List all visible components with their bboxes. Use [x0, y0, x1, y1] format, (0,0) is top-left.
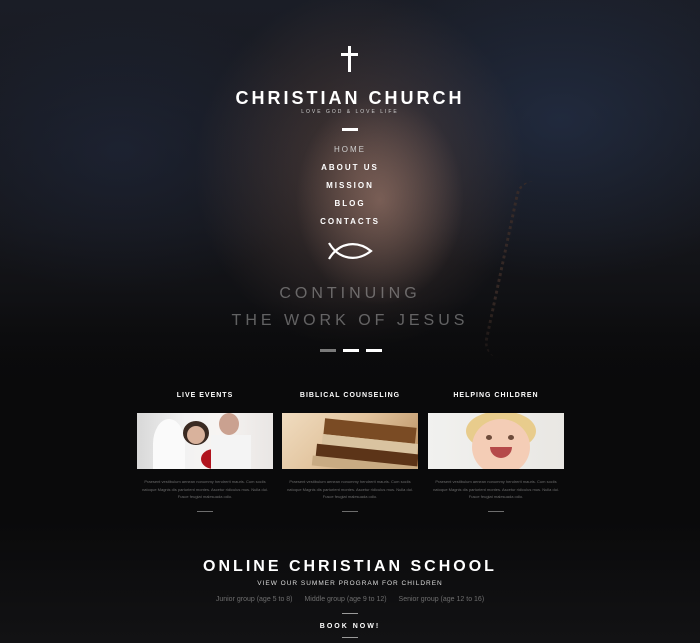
- card-title[interactable]: BIBLICAL COUNSELING: [282, 392, 418, 406]
- hero-heading-line1: CONTINUING: [279, 285, 421, 302]
- title-divider: [342, 128, 358, 131]
- nav-item-contacts[interactable]: CONTACTS: [0, 215, 700, 233]
- card-description: Praesent vestibulum aenean nonummy hendr…: [142, 479, 268, 499]
- card-title[interactable]: HELPING CHILDREN: [428, 392, 564, 406]
- age-groups: Junior group (age 5 to 8) Middle group (…: [0, 596, 700, 603]
- nav-item-home[interactable]: HOME: [0, 143, 700, 161]
- school-divider: [342, 613, 358, 614]
- nav-item-about-us[interactable]: ABOUT US: [0, 161, 700, 179]
- site-tagline: LOVE GOD & LOVE LIFE: [301, 109, 399, 115]
- hero-heading-line2: THE WORK OF JESUS: [231, 312, 469, 329]
- nav-item-blog[interactable]: BLOG: [0, 197, 700, 215]
- page: CHRISTIAN CHURCH LOVE GOD & LOVE LIFE HO…: [0, 0, 700, 643]
- smiling-child-photo[interactable]: [428, 413, 564, 469]
- wedding-couple-photo[interactable]: [137, 413, 273, 469]
- feature-card-helping-children: HELPING CHILDREN Praesent vestibulum aen…: [428, 392, 564, 512]
- card-divider: [342, 510, 358, 512]
- ichthys-fish-icon: [328, 242, 373, 260]
- school-title: ONLINE CHRISTIAN SCHOOL: [203, 558, 497, 575]
- feature-card-live-events: LIVE EVENTS Praesent vestibulum aenean n…: [137, 392, 273, 512]
- feature-card-biblical-counseling: BIBLICAL COUNSELING Praesent vestibulum …: [282, 392, 418, 512]
- card-description: Praesent vestibulum aenean nonummy hendr…: [433, 479, 559, 499]
- card-title[interactable]: LIVE EVENTS: [137, 392, 273, 406]
- slider-pagination: [320, 349, 382, 352]
- book-now-underline: [342, 637, 358, 638]
- slider-dot-3[interactable]: [366, 349, 382, 352]
- main-nav: HOME ABOUT US MISSION BLOG CONTACTS: [0, 143, 700, 233]
- nav-item-mission[interactable]: MISSION: [0, 179, 700, 197]
- book-now-button[interactable]: BOOK NOW!: [0, 623, 700, 630]
- cross-logo-icon[interactable]: [341, 46, 359, 72]
- group-middle-link[interactable]: Middle group (age 9 to 12): [304, 596, 386, 603]
- group-junior-link[interactable]: Junior group (age 5 to 8): [216, 596, 293, 603]
- card-divider: [488, 510, 504, 512]
- card-divider: [197, 510, 213, 512]
- slider-dot-1[interactable]: [320, 349, 336, 352]
- card-description: Praesent vestibulum aenean nonummy hendr…: [287, 479, 413, 499]
- old-books-photo[interactable]: [282, 413, 418, 469]
- school-subtitle: VIEW OUR SUMMER PROGRAM FOR CHILDREN: [257, 580, 443, 587]
- slider-dot-2-active[interactable]: [343, 349, 359, 352]
- group-senior-link[interactable]: Senior group (age 12 to 16): [399, 596, 485, 603]
- site-title[interactable]: CHRISTIAN CHURCH: [0, 88, 700, 109]
